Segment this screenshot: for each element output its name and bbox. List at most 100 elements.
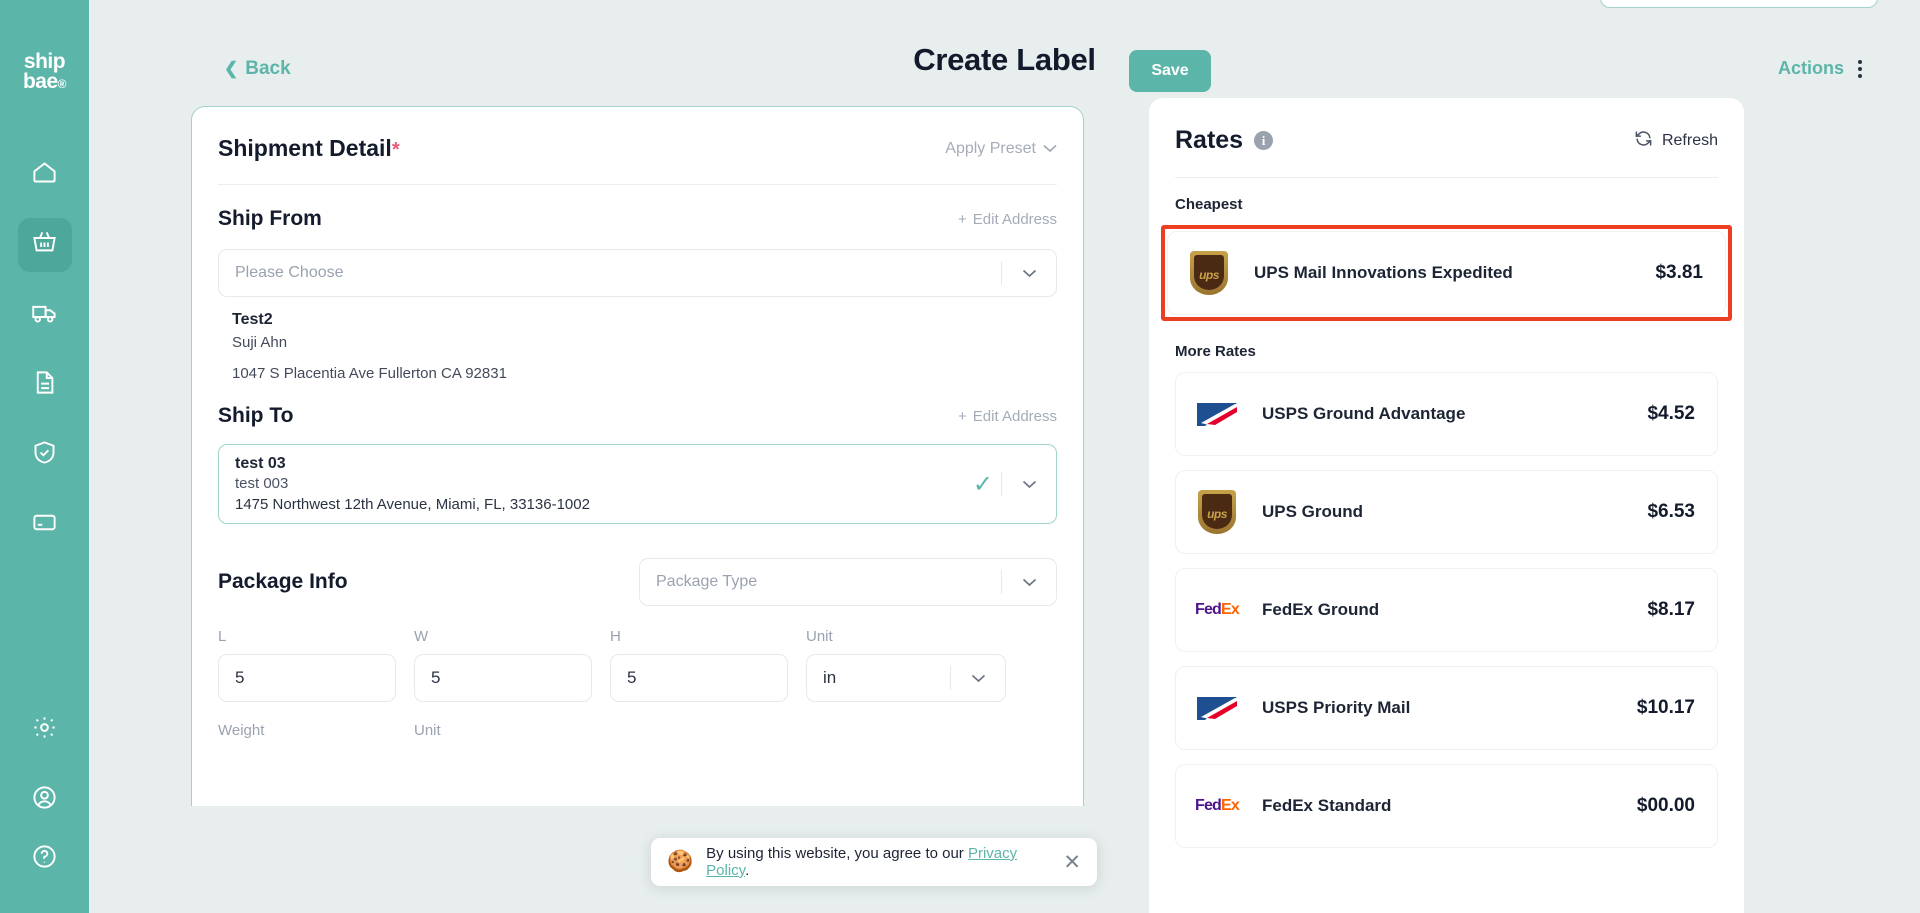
app-root: ship bae® ❮ Back Create Label Save Actio…: [0, 0, 1920, 913]
fedex-logo-icon: FedEx: [1194, 601, 1240, 618]
width-label: W: [414, 628, 429, 645]
weight-unit-field: Unit: [414, 722, 592, 748]
rate-name: FedEx Ground: [1262, 600, 1380, 619]
rate-price: $3.81: [1655, 262, 1703, 283]
rate-row-cheapest[interactable]: ups UPS Mail Innovations Expedited $3.81: [1167, 231, 1726, 315]
package-type-placeholder: Package Type: [656, 573, 758, 590]
weight-field: Weight: [218, 722, 396, 748]
width-value: 5: [431, 668, 441, 687]
ship-from-title: Ship From: [218, 207, 322, 230]
cookie-consent-banner: 🍪 By using this website, you agree to ou…: [651, 838, 1097, 886]
rate-row-fedex-ground[interactable]: FedEx FedEx Ground $8.17: [1175, 568, 1718, 652]
ship-to-contact: test 003: [235, 475, 289, 492]
logo-line-1: ship: [23, 50, 66, 73]
fedex-logo-icon: FedEx: [1194, 797, 1240, 814]
package-type-select[interactable]: Package Type: [639, 558, 1057, 606]
ship-to-title: Ship To: [218, 404, 294, 427]
rate-name: FedEx Standard: [1262, 796, 1392, 815]
refresh-label: Refresh: [1661, 131, 1718, 149]
rate-name: UPS Ground: [1262, 502, 1364, 521]
actions-menu[interactable]: Actions: [1778, 58, 1862, 79]
sidebar-item-billing[interactable]: [18, 498, 72, 552]
gear-icon: [31, 714, 58, 746]
apply-preset-label: Apply Preset: [945, 139, 1036, 157]
chevron-down-icon[interactable]: [1002, 578, 1056, 587]
ship-from-select[interactable]: Please Choose: [218, 249, 1057, 297]
rate-name: UPS Mail Innovations Expedited: [1254, 263, 1513, 282]
home-icon: [31, 159, 58, 191]
rate-row-ups-ground[interactable]: ups UPS Ground $6.53: [1175, 470, 1718, 554]
more-rates-group-label: More Rates: [1175, 343, 1256, 360]
refresh-button[interactable]: Refresh: [1634, 129, 1718, 153]
user-circle-icon: [31, 784, 58, 816]
weight-label: Weight: [218, 722, 265, 739]
sidebar: ship bae®: [0, 0, 89, 913]
logo-registered-mark: ®: [57, 76, 67, 91]
height-label: H: [610, 628, 621, 645]
save-button[interactable]: Save: [1129, 50, 1211, 92]
usps-logo-icon: [1194, 391, 1240, 437]
edit-address-label: Edit Address: [972, 210, 1057, 228]
dimension-width: W 5: [414, 628, 592, 702]
usps-logo-icon: [1194, 685, 1240, 731]
cookie-message: By using this website, you agree to our …: [706, 845, 1050, 879]
basket-icon: [31, 229, 58, 261]
package-info-title: Package Info: [218, 570, 348, 593]
truck-icon: [31, 299, 58, 331]
page-title: Create Label: [913, 42, 1096, 77]
sidebar-item-help[interactable]: [18, 843, 72, 897]
apply-preset-dropdown[interactable]: Apply Preset: [945, 140, 1057, 158]
length-label: L: [218, 628, 227, 645]
width-input[interactable]: 5: [414, 654, 592, 702]
shipment-detail-header: Shipment Detail* Apply Preset: [218, 107, 1057, 162]
sidebar-item-settings[interactable]: [18, 703, 72, 757]
info-icon[interactable]: i: [1254, 131, 1274, 150]
ship-from-edit-address-button[interactable]: + Edit Address: [958, 211, 1057, 228]
rate-price: $00.00: [1636, 795, 1695, 816]
app-logo[interactable]: ship bae®: [23, 50, 67, 92]
close-icon[interactable]: ✕: [1063, 852, 1081, 873]
sidebar-item-account[interactable]: [18, 773, 72, 827]
ship-from-name: Test2: [232, 311, 273, 328]
rate-price: $4.52: [1647, 403, 1695, 424]
dimension-height: H 5: [610, 628, 788, 702]
chevron-down-icon[interactable]: [1002, 269, 1056, 278]
ship-to-street: 1475 Northwest 12th Avenue, Miami, FL, 3…: [235, 496, 590, 513]
shield-check-icon: [31, 439, 58, 471]
ship-to-edit-address-button[interactable]: + Edit Address: [958, 408, 1057, 425]
main-canvas: ❮ Back Create Label Save Actions Shipmen…: [89, 0, 1920, 913]
kebab-menu-icon[interactable]: [1858, 59, 1862, 78]
credit-card-icon: [31, 509, 58, 541]
unit-select[interactable]: in: [806, 654, 1006, 702]
height-input[interactable]: 5: [610, 654, 788, 702]
section-divider: [218, 184, 1057, 185]
length-input[interactable]: 5: [218, 654, 396, 702]
rates-divider: [1175, 177, 1718, 178]
rate-row-usps-ground-advantage[interactable]: USPS Ground Advantage $4.52: [1175, 372, 1718, 456]
sidebar-item-insurance[interactable]: [18, 428, 72, 482]
height-value: 5: [627, 668, 637, 687]
shipment-detail-card: Shipment Detail* Apply Preset Ship From …: [191, 106, 1084, 806]
ship-to-selected-address[interactable]: test 03 test 003 1475 Northwest 12th Ave…: [218, 444, 1057, 524]
shipment-detail-title: Shipment Detail*: [218, 135, 400, 161]
rate-row-fedex-standard[interactable]: FedEx FedEx Standard $00.00: [1175, 764, 1718, 848]
ship-from-address: Test2 Suji Ahn 1047 S Placentia Ave Full…: [218, 297, 1057, 382]
weight-unit-label: Unit: [414, 722, 441, 739]
sidebar-item-shipments[interactable]: [18, 288, 72, 342]
cheapest-group-label: Cheapest: [1175, 196, 1243, 213]
rates-title-wrap: Rates i: [1175, 126, 1274, 155]
sidebar-item-orders[interactable]: [17, 217, 72, 272]
rate-name: USPS Priority Mail: [1262, 698, 1411, 717]
chevron-down-icon[interactable]: [1002, 480, 1056, 489]
actions-label[interactable]: Actions: [1778, 58, 1844, 79]
sidebar-item-home[interactable]: [18, 148, 72, 202]
rate-row-usps-priority-mail[interactable]: USPS Priority Mail $10.17: [1175, 666, 1718, 750]
chevron-down-icon[interactable]: [951, 674, 1005, 683]
required-asterisk: *: [391, 139, 400, 161]
package-dimensions-row: L 5 W 5 H 5 Unit in: [218, 628, 1057, 702]
ship-from-header: Ship From + Edit Address: [218, 207, 1057, 231]
rate-name: USPS Ground Advantage: [1262, 404, 1466, 423]
sidebar-item-documents[interactable]: [18, 358, 72, 412]
page-header: ❮ Back Create Label Save Actions: [89, 0, 1920, 106]
package-info-header: Package Info Package Type: [218, 558, 1057, 606]
